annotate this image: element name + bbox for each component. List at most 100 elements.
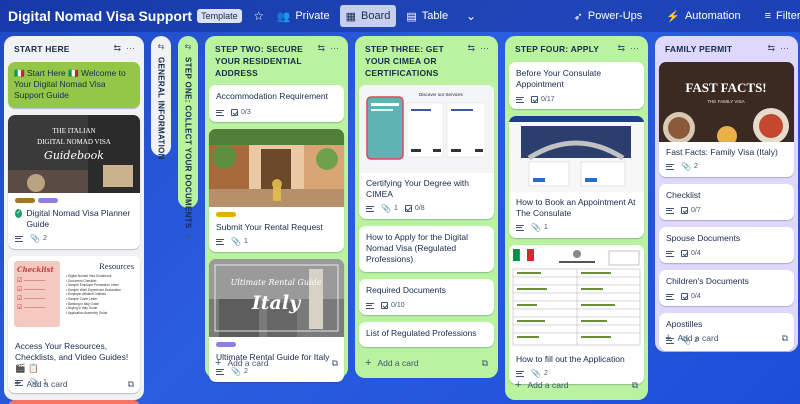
cover-checklist-graphic: Checklist ☑ ───── ☑ ───── ☑ ───── ☑ ───── — [14, 261, 60, 327]
label-yellow[interactable] — [15, 198, 35, 203]
plus-icon: + — [365, 357, 372, 369]
list-family-permit: FAMILY PERMIT ⇆ ··· FAST FACTS! THE FAMIL… — [655, 36, 798, 352]
expand-icon[interactable]: ⇆ — [185, 42, 192, 51]
chevron-down-icon[interactable]: ⌄ — [463, 8, 479, 24]
plus-icon: + — [665, 332, 672, 344]
card-template-icon[interactable]: ⧉ — [632, 380, 638, 391]
add-card-button[interactable]: + Add a card ⧉ — [209, 353, 344, 373]
checklist-badge: 0/8 — [404, 205, 425, 212]
list-title[interactable]: STEP FOUR: APPLY — [515, 43, 608, 55]
more-icon[interactable]: ··· — [330, 43, 339, 53]
paperclip-icon: 📎 — [681, 162, 691, 171]
card-red[interactable] — [8, 400, 140, 404]
power-ups-button[interactable]: ➶ Power-Ups — [568, 5, 649, 27]
star-icon[interactable]: ☆ — [251, 8, 267, 24]
card-cover-image: FAST FACTS! THE FAMILY VISA — [659, 62, 794, 142]
add-card-button[interactable]: + Add a card ⧉ — [659, 328, 794, 348]
automation-button[interactable]: ⚡ Automation — [660, 5, 746, 27]
checklist-badge: 0/4 — [681, 293, 701, 300]
card-title: Checklist — [666, 190, 701, 200]
collapse-icon[interactable]: ⇆ — [113, 43, 121, 53]
collapse-icon[interactable]: ⇆ — [317, 43, 325, 53]
label-purple[interactable] — [38, 198, 58, 203]
collapse-icon[interactable]: ⇆ — [617, 43, 625, 53]
list-start-here: START HERE ⇆ ··· 🇮🇹 Start Here 🇮🇹 Welcome… — [4, 36, 144, 404]
lightning-icon: ⚡ — [666, 10, 680, 23]
card-regulated-professions[interactable]: List of Regulated Professions — [359, 322, 494, 347]
list-step-three: STEP THREE: GET YOUR CIMEA OR CERTIFICAT… — [355, 36, 498, 378]
checklist-icon — [681, 207, 688, 214]
card-labels — [8, 193, 140, 203]
add-card-button[interactable]: + Add a card ⧉ — [359, 353, 494, 373]
add-card-label: Add a card — [227, 358, 269, 368]
list-header: STEP FOUR: APPLY ⇆ ··· — [509, 40, 644, 62]
card-certify-cimea[interactable]: Discover our Services Certifying Your De… — [359, 85, 494, 219]
card-planner-guide[interactable]: THE ITALIAN DIGITAL NOMAD VISA Guidebook… — [8, 115, 140, 249]
paperclip-icon: 📎 — [531, 223, 541, 232]
add-card-button[interactable]: + Add a card ⧉ — [509, 375, 644, 395]
card-required-documents[interactable]: Required Documents 0/10 — [359, 279, 494, 315]
card-title: Fast Facts: Family Visa (Italy) — [666, 147, 778, 157]
card-template-icon[interactable]: ⧉ — [782, 333, 788, 344]
card-childrens-documents[interactable]: Children's Documents 0/4 — [659, 270, 794, 306]
checklist-badge: 0/10 — [381, 302, 405, 309]
label-purple[interactable] — [216, 342, 236, 347]
board-title[interactable]: Digital Nomad Visa Support — [8, 8, 192, 24]
list-title[interactable]: STEP THREE: GET YOUR CIMEA OR CERTIFICAT… — [365, 43, 458, 79]
checklist-count: 0/4 — [691, 250, 701, 257]
description-icon — [666, 293, 674, 300]
label-yellow[interactable] — [216, 212, 236, 217]
list-title: STEP ONE: COLLECT YOUR DOCUMENTS — [183, 57, 193, 229]
card-labels — [209, 337, 344, 347]
board-view-button[interactable]: ▦ Board — [339, 5, 397, 27]
list-title[interactable]: STEP TWO: SECURE YOUR RESIDENTIAL ADDRES… — [215, 43, 308, 79]
card-checklist[interactable]: Checklist 0/7 — [659, 184, 794, 220]
card-template-icon[interactable]: ⧉ — [128, 379, 134, 390]
description-badge — [366, 302, 374, 309]
collapse-icon[interactable]: ⇆ — [467, 43, 475, 53]
card-badges: 📎 2 — [659, 161, 794, 177]
card-badges: 📎 1 0/8 — [359, 203, 494, 219]
card-template-icon[interactable]: ⧉ — [482, 358, 488, 369]
plus-icon: + — [515, 379, 522, 391]
collapse-icon[interactable]: ⇆ — [767, 43, 775, 53]
attachment-count: 1 — [543, 224, 548, 231]
cover-line2: DIGITAL NOMAD VISA — [37, 138, 111, 146]
list-title[interactable]: START HERE — [14, 43, 104, 55]
card-before-consulate[interactable]: Before Your Consulate Appointment 0/17 — [509, 62, 644, 109]
card-fast-facts[interactable]: FAST FACTS! THE FAMILY VISA Fast Facts: … — [659, 62, 794, 177]
checklist-badge: 0/4 — [681, 250, 701, 257]
card-rental-request[interactable]: Submit Your Rental Request 📎 1 — [209, 129, 344, 252]
more-icon[interactable]: ··· — [126, 43, 135, 53]
attachment-count: 2 — [42, 235, 47, 242]
list-title[interactable]: FAMILY PERMIT — [665, 43, 758, 55]
description-badge — [666, 163, 674, 170]
attachment-badge: 📎 1 — [231, 237, 248, 246]
description-icon — [666, 163, 674, 170]
card-accommodation[interactable]: Accommodation Requirement 0/3 — [209, 85, 344, 122]
more-icon[interactable]: ··· — [480, 43, 489, 53]
table-view-button[interactable]: ▤ Table — [400, 5, 454, 27]
filters-button[interactable]: ≡ Filters — [759, 5, 800, 27]
add-card-button[interactable]: + Add a card ⧉ — [8, 374, 140, 394]
card-welcome[interactable]: 🇮🇹 Start Here 🇮🇹 Welcome to Your Digital… — [8, 62, 140, 108]
card-cover-image: Discover our Services — [359, 85, 494, 173]
visibility-button[interactable]: 👥 Private — [271, 5, 336, 27]
list-title: GENERAL INFORMATION — [156, 57, 166, 160]
more-icon[interactable]: ··· — [780, 43, 789, 53]
expand-icon[interactable]: ⇆ — [158, 42, 165, 51]
list-step-two: STEP TWO: SECURE YOUR RESIDENTIAL ADDRES… — [205, 36, 348, 382]
template-badge: Template — [197, 9, 242, 23]
card-book-appointment[interactable]: How to Book an Appointment At The Consul… — [509, 116, 644, 238]
card-spouse-documents[interactable]: Spouse Documents 0/4 — [659, 227, 794, 263]
card-fill-application[interactable]: How to fill out the Application 📎 2 — [509, 245, 644, 384]
more-icon[interactable]: ··· — [630, 43, 639, 53]
card-title: Certifying Your Degree with CIMEA — [366, 178, 470, 199]
card-template-icon[interactable]: ⧉ — [332, 358, 338, 369]
card-resources[interactable]: Checklist ☑ ───── ☑ ───── ☑ ───── ☑ ───── R… — [8, 256, 140, 393]
card-cover-image: Ultimate Rental Guide Italy — [209, 259, 344, 337]
list-step-one[interactable]: ⇆ STEP ONE: COLLECT YOUR DOCUMENTS 8 — [178, 36, 198, 238]
list-general-information[interactable]: ⇆ GENERAL INFORMATION — [151, 36, 171, 160]
complete-check-icon[interactable]: ✓ — [15, 209, 23, 218]
card-apply-regulated[interactable]: How to Apply for the Digital Nomad Visa … — [359, 226, 494, 272]
